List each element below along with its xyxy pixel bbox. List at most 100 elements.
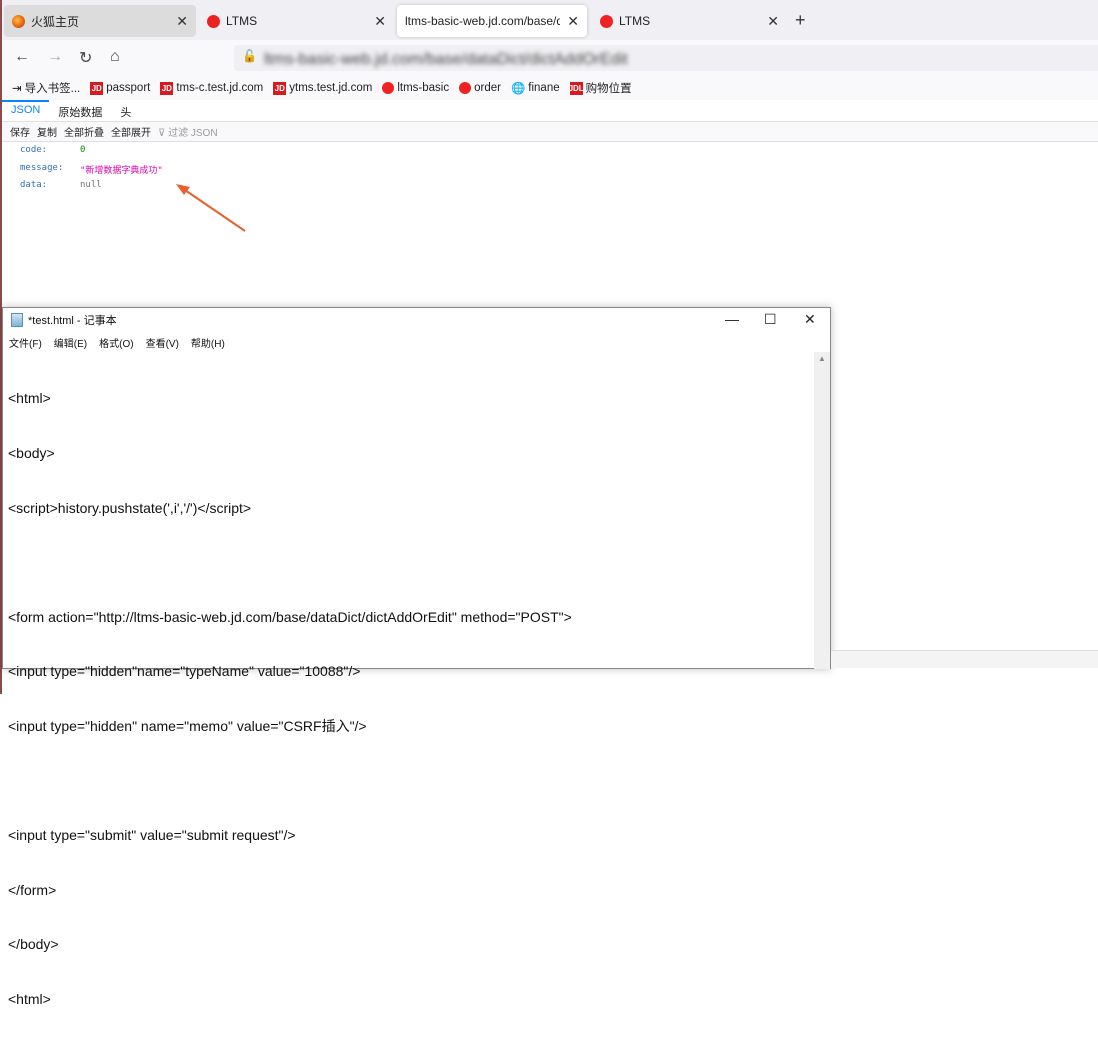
text-line [8, 553, 572, 571]
menu-format[interactable]: 格式(O) [99, 335, 133, 350]
jd-icon: JD [273, 81, 287, 95]
menu-edit[interactable]: 编辑(E) [54, 335, 87, 350]
import-icon: ⇥ [12, 83, 22, 95]
bookmark-finane[interactable]: 🌐 finane [511, 81, 560, 95]
globe-icon: 🌐 [510, 83, 526, 95]
url-text: ltms-basic-web.jd.com/base/dataDict/dict… [264, 51, 628, 68]
tab-firefox-home[interactable]: 火狐主页 ✕ [4, 5, 196, 37]
filter-placeholder: 过滤 JSON [168, 128, 218, 139]
filter-icon: ⊽ [158, 128, 169, 139]
text-line: <script>history.pushstate(',i','/')</scr… [8, 499, 252, 516]
expand-all-button[interactable]: 全部展开 [111, 124, 151, 139]
text-line [8, 772, 572, 790]
json-key: data: [20, 180, 48, 190]
notepad-menu: 文件(F) 编辑(E) 格式(O) 查看(V) 帮助(H) [3, 332, 830, 352]
json-value: null [80, 180, 102, 190]
new-tab-button[interactable]: + [795, 10, 806, 31]
forward-icon[interactable]: → [47, 48, 63, 66]
json-value: 0 [80, 145, 86, 155]
menu-view[interactable]: 查看(V) [146, 335, 179, 350]
json-toolbar: 保存 复制 全部折叠 全部展开 ⊽ 过滤 JSON [2, 122, 1098, 142]
tab-label: LTMS [226, 14, 258, 28]
text-line: <body> [8, 445, 55, 462]
notepad-text-area[interactable]: <html> <body> <script>history.pushstate(… [8, 353, 572, 1045]
bookmark-ltms-basic[interactable]: ltms-basic [382, 82, 449, 94]
close-tab-icon[interactable]: ✕ [374, 13, 386, 30]
close-tab-icon[interactable]: ✕ [567, 13, 579, 30]
bookmark-label: 导入书签... [24, 83, 81, 95]
bookmarks-bar: ⇥ 导入书签... JD passport JD tms-c.test.jd.com … [2, 76, 1098, 100]
annotation-arrow [176, 184, 246, 232]
json-viewer-tabs: JSON 原始数据 头 [2, 100, 1098, 122]
insecure-lock-icon: 🔓 [242, 49, 257, 63]
ltms-icon [382, 82, 395, 94]
back-icon[interactable]: ← [14, 48, 30, 66]
close-tab-icon[interactable]: ✕ [176, 13, 188, 30]
json-row: code: 0 [20, 145, 163, 163]
bookmark-location[interactable]: JDL 购物位置 [568, 80, 632, 96]
text-line: <input type="hidden"name="typeName" valu… [8, 663, 361, 680]
bookmark-tms-c[interactable]: JD tms-c.test.jd.com [160, 81, 264, 95]
ltms-icon [207, 14, 220, 28]
bookmark-import[interactable]: ⇥ 导入书签... [12, 80, 80, 96]
bookmark-label: finane [528, 82, 560, 94]
maximize-button[interactable]: ☐ [764, 311, 777, 328]
jd-icon: JD [160, 81, 174, 95]
tab-bar: 火狐主页 ✕ LTMS ✕ ltms-basic-web.jd.com/base/d… [2, 0, 1098, 40]
text-line: <html> [8, 991, 51, 1008]
json-row: data: null [20, 180, 163, 198]
firefox-icon [12, 14, 25, 28]
text-line: <form action="http://ltms-basic-web.jd.c… [8, 608, 572, 625]
copy-button[interactable]: 复制 [37, 124, 57, 139]
bookmark-label: ltms-basic [397, 82, 450, 94]
tab-raw-data[interactable]: 原始数据 [49, 100, 111, 121]
bookmark-passport[interactable]: JD passport [90, 81, 151, 95]
json-row: message: "新增数据字典成功" [20, 163, 163, 181]
close-tab-icon[interactable]: ✕ [767, 13, 779, 30]
bookmark-ytms[interactable]: JD ytms.test.jd.com [273, 81, 373, 95]
vertical-scrollbar[interactable]: ▲ [814, 352, 830, 669]
filter-json-input[interactable]: ⊽ 过滤 JSON [158, 124, 218, 139]
tab-label: LTMS [619, 14, 651, 28]
browser-bottom-strip [831, 650, 1098, 668]
nav-bar: ← → ↻ ⌂ 🔓 ltms-basic-web.jd.com/base/dat… [2, 40, 1098, 76]
json-tree: code: 0 message: "新增数据字典成功" data: null [20, 145, 163, 198]
save-button[interactable]: 保存 [10, 124, 30, 139]
json-key: message: [20, 162, 64, 173]
menu-file[interactable]: 文件(F) [9, 335, 42, 350]
text-line: </form> [8, 881, 57, 898]
tab-label: ltms-basic-web.jd.com/base/data [405, 14, 560, 28]
bookmark-order[interactable]: order [459, 82, 501, 94]
notepad-window: *test.html - 记事本 — ☐ ✕ 文件(F) 编辑(E) 格式(O)… [2, 307, 831, 1007]
tab-json[interactable]: JSON [2, 100, 50, 121]
text-line: <input type="submit" value="submit reque… [8, 827, 296, 844]
reload-icon[interactable]: ↻ [79, 48, 92, 68]
jdl-icon: JDL [568, 81, 584, 95]
notepad-titlebar: *test.html - 记事本 — ☐ ✕ [3, 308, 830, 332]
text-line: </body> [8, 936, 59, 953]
window-title: *test.html - 记事本 [28, 315, 117, 327]
ltms-icon [600, 14, 613, 28]
close-button[interactable]: ✕ [804, 311, 816, 328]
bookmark-label: 购物位置 [585, 83, 632, 95]
collapse-all-button[interactable]: 全部折叠 [64, 124, 104, 139]
tab-ltms-2[interactable]: LTMS ✕ [592, 5, 787, 37]
json-value: "新增数据字典成功" [80, 165, 163, 176]
jd-icon: JD [90, 81, 104, 95]
bookmark-label: tms-c.test.jd.com [176, 82, 264, 94]
address-bar[interactable]: 🔓 ltms-basic-web.jd.com/base/dataDict/di… [234, 45, 1098, 71]
tab-ltms-1[interactable]: LTMS ✕ [199, 5, 394, 37]
minimize-button[interactable]: — [725, 311, 739, 327]
ltms-icon [459, 82, 472, 94]
tab-headers[interactable]: 头 [111, 100, 140, 121]
scroll-up-icon[interactable]: ▲ [818, 354, 826, 363]
bookmark-label: ytms.test.jd.com [289, 82, 373, 94]
text-line: <html> [8, 390, 51, 407]
json-key: code: [20, 145, 48, 155]
menu-help[interactable]: 帮助(H) [191, 335, 225, 350]
bookmark-label: order [474, 82, 501, 94]
tab-label: 火狐主页 [31, 14, 80, 29]
bookmark-label: passport [106, 82, 151, 94]
tab-ltms-basic[interactable]: ltms-basic-web.jd.com/base/data ✕ [397, 5, 587, 37]
home-icon[interactable]: ⌂ [110, 48, 120, 66]
